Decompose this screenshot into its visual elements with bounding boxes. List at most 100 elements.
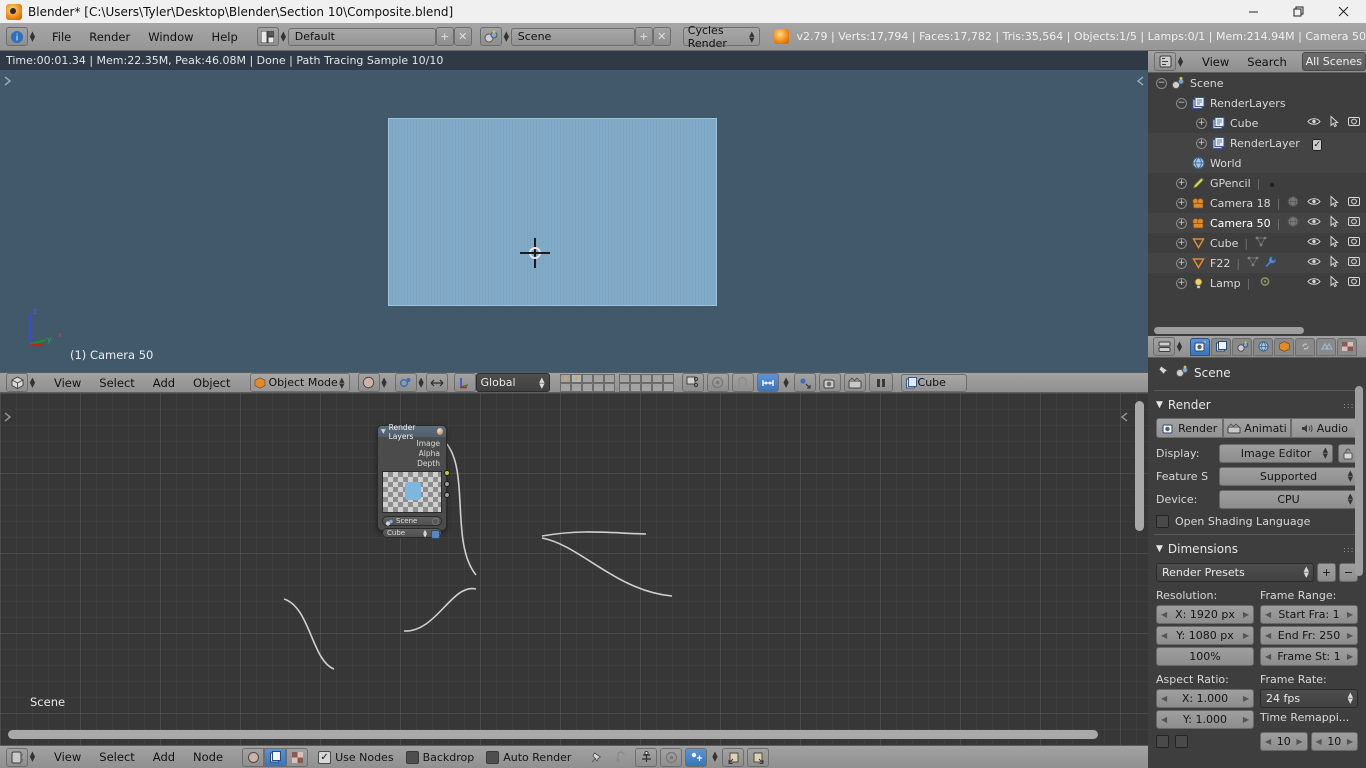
node-editor-type-arrows[interactable]: ▲▼: [28, 752, 37, 762]
screen-layout-icon[interactable]: [257, 27, 279, 46]
auto-render-checkbox[interactable]: [486, 751, 499, 764]
layer-cell[interactable]: [663, 383, 674, 392]
socket-out-image[interactable]: [444, 470, 450, 476]
outliner-expander[interactable]: +: [1176, 278, 1187, 289]
inc-arrow[interactable]: ▶: [1243, 694, 1249, 703]
add-scene-button[interactable]: +: [635, 27, 653, 46]
lock-object-modes-icon[interactable]: [682, 373, 704, 392]
renderlayer-enable-checkbox[interactable]: ✓: [1312, 139, 1322, 151]
start-frame-field[interactable]: ◀ Start Fra: 1 ▶: [1260, 605, 1358, 624]
menu-file[interactable]: File: [43, 27, 80, 47]
layer-cell[interactable]: [630, 383, 641, 392]
properties-type-selector[interactable]: ▲▼: [1153, 337, 1184, 356]
outliner-expander[interactable]: +: [1176, 218, 1187, 229]
outliner-row-label[interactable]: Lamp: [1210, 277, 1241, 290]
outliner-row-renderlayer[interactable]: +RenderLayer✓: [1148, 133, 1366, 153]
menu-window[interactable]: Window: [139, 27, 202, 47]
restrict-select-icon[interactable]: [1327, 195, 1341, 211]
inc-arrow[interactable]: ▶: [1243, 610, 1249, 619]
outliner-expander[interactable]: +: [1176, 258, 1187, 269]
shader-nodes-icon[interactable]: [242, 748, 264, 767]
node-editor-panel-toggle[interactable]: [2, 411, 14, 426]
render-animation-button[interactable]: Animati: [1223, 418, 1290, 438]
outliner-row-f22[interactable]: +F22|: [1148, 253, 1366, 273]
dec-arrow[interactable]: ◀: [1161, 610, 1167, 619]
dec-arrow[interactable]: ◀: [1265, 652, 1271, 661]
device-select[interactable]: CPU ▲▼: [1219, 490, 1358, 509]
node-menu-add[interactable]: Add: [144, 747, 184, 767]
node-snap-arrows[interactable]: ▲▼: [710, 752, 719, 762]
node-preview-toggle-icon[interactable]: [437, 428, 443, 435]
outliner-row-world[interactable]: World: [1148, 153, 1366, 173]
outliner-editor[interactable]: ▲▼ View Search All Scenes −Scene−RenderL…: [1148, 51, 1366, 336]
node-menu-node[interactable]: Node: [184, 747, 232, 767]
delete-screen-layout-button[interactable]: ✕: [454, 27, 472, 46]
node-editor-vscrollbar[interactable]: [1135, 401, 1144, 531]
properties-vscrollbar[interactable]: [1355, 386, 1363, 576]
dec-arrow[interactable]: ◀: [1265, 610, 1271, 619]
outliner-menu-search[interactable]: Search: [1238, 52, 1296, 72]
restrict-view-icon[interactable]: [1307, 215, 1321, 231]
layer-cell[interactable]: [652, 374, 663, 383]
outliner-row-gpencil[interactable]: +GPencil|: [1148, 173, 1366, 193]
viewport-tool-shelf-toggle[interactable]: [1134, 75, 1146, 90]
outliner-row-label[interactable]: RenderLayers: [1210, 97, 1286, 110]
outliner-expander[interactable]: +: [1176, 238, 1187, 249]
editor-type-selector[interactable]: i ▲▼: [6, 27, 37, 46]
render-layer-field[interactable]: Cube ▲▼: [382, 528, 442, 538]
layer-cell[interactable]: [641, 374, 652, 383]
layer-cell[interactable]: [604, 374, 615, 383]
use-nodes-checkbox[interactable]: ✓: [318, 751, 331, 764]
tab-object[interactable]: [1274, 338, 1294, 356]
outliner-display-mode[interactable]: All Scenes: [1302, 52, 1366, 71]
outliner-row-datablock-icons[interactable]: [1280, 215, 1300, 231]
proportional-edit-icon[interactable]: [707, 373, 729, 392]
scene-layers-widget[interactable]: [560, 374, 674, 392]
outliner-row-label[interactable]: GPencil: [1210, 177, 1251, 190]
inc-arrow[interactable]: ▶: [1347, 652, 1353, 661]
restrict-select-icon[interactable]: [1327, 255, 1341, 271]
layer-cell[interactable]: [571, 374, 582, 383]
tab-render-layers[interactable]: [1211, 338, 1231, 356]
node-collapse-icon[interactable]: ▼: [381, 428, 386, 435]
outliner-row-datablock-icons[interactable]: [1280, 195, 1300, 211]
inc-arrow[interactable]: ▶: [1296, 737, 1302, 746]
snap-element-arrows[interactable]: ▲▼: [782, 378, 791, 388]
outliner-row-cube[interactable]: +Cube: [1148, 113, 1366, 133]
panel-collapse-icon[interactable]: ▼: [1156, 544, 1163, 554]
snap-target-icon[interactable]: [794, 373, 816, 392]
outliner-row-datablock-icons[interactable]: [1260, 177, 1274, 190]
snap-node-icon[interactable]: [635, 748, 657, 767]
layer-cell[interactable]: [582, 374, 593, 383]
transform-orientation-group[interactable]: Global ▲▼: [454, 373, 550, 392]
minimize-button[interactable]: [1231, 0, 1276, 23]
layer-cell[interactable]: [560, 374, 571, 383]
render-buttons-row[interactable]: Render Animati Audio: [1156, 418, 1358, 438]
render-image-button[interactable]: Render: [1156, 418, 1223, 438]
render-presets-select[interactable]: Render Presets ▲▼: [1156, 563, 1314, 582]
socket-out-depth[interactable]: [444, 492, 450, 498]
inc-arrow[interactable]: ▶: [1243, 631, 1249, 640]
restrict-render-icon[interactable]: [1347, 275, 1361, 291]
osl-row[interactable]: Open Shading Language: [1156, 515, 1358, 528]
frame-rate-select[interactable]: 24 fps ▲▼: [1260, 689, 1358, 708]
restrict-view-icon[interactable]: [1307, 255, 1321, 271]
paste-from-clipboard-icon[interactable]: [747, 748, 769, 767]
dec-arrow[interactable]: ◀: [1316, 737, 1322, 746]
layer-cell[interactable]: [593, 383, 604, 392]
restrict-render-icon[interactable]: [1347, 255, 1361, 271]
view3d-editor-type[interactable]: ▲▼: [6, 373, 37, 392]
resolution-percent-field[interactable]: 100%: [1156, 647, 1254, 666]
remap-new-field[interactable]: ◀ 10 ▶: [1311, 732, 1359, 751]
tab-world[interactable]: [1253, 338, 1273, 356]
border-checkbox[interactable]: [1156, 735, 1169, 748]
outliner-row-datablock-icons[interactable]: [1248, 235, 1268, 251]
layer-cell[interactable]: [619, 383, 630, 392]
outliner-expander[interactable]: +: [1176, 178, 1187, 189]
layer-cell[interactable]: [663, 374, 674, 383]
view3d-menu-select[interactable]: Select: [90, 373, 143, 393]
restrict-render-icon[interactable]: [1347, 235, 1361, 251]
dec-arrow[interactable]: ◀: [1161, 631, 1167, 640]
inc-arrow[interactable]: ▶: [1347, 631, 1353, 640]
view3d-menu-object[interactable]: Object: [184, 373, 239, 393]
